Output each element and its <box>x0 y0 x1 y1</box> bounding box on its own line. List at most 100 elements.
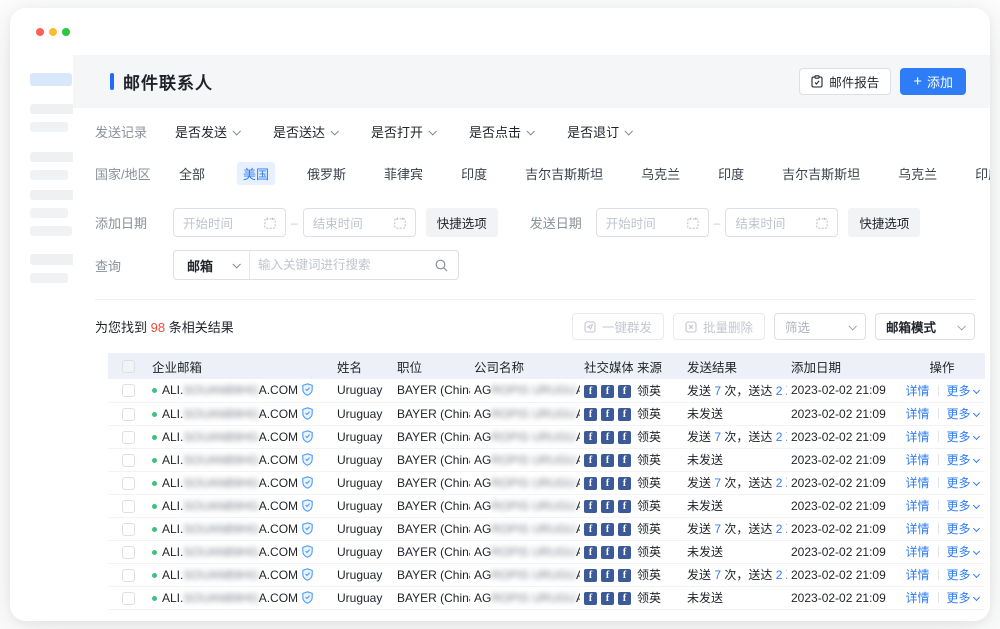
search-field-select[interactable]: 邮箱 <box>174 251 250 279</box>
facebook-icon[interactable]: f <box>584 569 597 582</box>
facebook-icon[interactable]: f <box>601 385 614 398</box>
search-icon[interactable] <box>435 259 448 272</box>
sidebar-skeleton-bar[interactable] <box>30 73 72 86</box>
facebook-icon[interactable]: f <box>601 569 614 582</box>
facebook-icon[interactable]: f <box>601 500 614 513</box>
detail-link[interactable]: 详情 <box>905 545 929 559</box>
sidebar-skeleton-bar[interactable] <box>30 190 76 200</box>
send-date-start-input[interactable]: 开始时间 <box>596 208 709 237</box>
sidebar-skeleton-bar[interactable] <box>30 208 68 218</box>
facebook-icon[interactable]: f <box>584 592 597 605</box>
add-date-quick-options-button[interactable]: 快捷选项 <box>426 208 498 237</box>
facebook-icon[interactable]: f <box>618 500 631 513</box>
sidebar-skeleton-bar[interactable] <box>30 152 78 162</box>
row-checkbox[interactable] <box>122 384 135 397</box>
filter-select[interactable]: 筛选 <box>774 313 866 340</box>
row-checkbox[interactable] <box>122 431 135 444</box>
more-link[interactable]: 更多 <box>947 545 979 559</box>
more-link[interactable]: 更多 <box>947 499 979 513</box>
facebook-icon[interactable]: f <box>601 454 614 467</box>
more-link[interactable]: 更多 <box>947 430 979 444</box>
detail-link[interactable]: 详情 <box>905 568 929 582</box>
detail-link[interactable]: 详情 <box>905 522 929 536</box>
more-link[interactable]: 更多 <box>947 476 979 490</box>
sidebar-skeleton-bar[interactable] <box>30 273 68 283</box>
more-link[interactable]: 更多 <box>947 407 979 421</box>
row-checkbox[interactable] <box>122 454 135 467</box>
country-option[interactable]: 乌克兰 <box>635 162 686 185</box>
more-link[interactable]: 更多 <box>947 522 979 536</box>
filter-dropdown[interactable]: 是否退订 <box>567 122 631 141</box>
facebook-icon[interactable]: f <box>584 523 597 536</box>
country-option[interactable]: 俄罗斯 <box>301 162 352 185</box>
facebook-icon[interactable]: f <box>618 431 631 444</box>
minimize-window-icon[interactable] <box>49 28 57 36</box>
facebook-icon[interactable]: f <box>618 454 631 467</box>
row-checkbox[interactable] <box>122 408 135 421</box>
filter-dropdown[interactable]: 是否点击 <box>469 122 533 141</box>
row-checkbox[interactable] <box>122 569 135 582</box>
facebook-icon[interactable]: f <box>601 546 614 559</box>
row-checkbox[interactable] <box>122 546 135 559</box>
row-checkbox[interactable] <box>122 500 135 513</box>
country-option[interactable]: 乌克兰 <box>892 162 943 185</box>
country-option[interactable]: 印度 <box>969 162 990 185</box>
country-option[interactable]: 吉尔吉斯斯坦 <box>776 162 866 185</box>
detail-link[interactable]: 详情 <box>905 453 929 467</box>
country-option[interactable]: 印度 <box>712 162 750 185</box>
facebook-icon[interactable]: f <box>584 546 597 559</box>
facebook-icon[interactable]: f <box>601 592 614 605</box>
mailbox-mode-select[interactable]: 邮箱模式 <box>875 313 975 340</box>
detail-link[interactable]: 详情 <box>905 499 929 513</box>
facebook-icon[interactable]: f <box>601 431 614 444</box>
facebook-icon[interactable]: f <box>618 592 631 605</box>
row-checkbox[interactable] <box>122 523 135 536</box>
filter-dropdown[interactable]: 是否送达 <box>273 122 337 141</box>
facebook-icon[interactable]: f <box>618 546 631 559</box>
country-option[interactable]: 吉尔吉斯斯坦 <box>519 162 609 185</box>
row-checkbox[interactable] <box>122 477 135 490</box>
sidebar-skeleton-bar[interactable] <box>30 104 78 114</box>
more-link[interactable]: 更多 <box>947 453 979 467</box>
facebook-icon[interactable]: f <box>601 408 614 421</box>
sidebar-skeleton-bar[interactable] <box>30 122 68 132</box>
facebook-icon[interactable]: f <box>584 500 597 513</box>
send-date-end-input[interactable]: 结束时间 <box>725 208 838 237</box>
search-input[interactable] <box>250 258 435 272</box>
close-window-icon[interactable] <box>36 28 44 36</box>
facebook-icon[interactable]: f <box>618 408 631 421</box>
select-all-checkbox[interactable] <box>122 360 135 373</box>
detail-link[interactable]: 详情 <box>905 591 929 605</box>
sidebar-skeleton-bar[interactable] <box>30 254 78 265</box>
country-option[interactable]: 菲律宾 <box>378 162 429 185</box>
add-date-end-input[interactable]: 结束时间 <box>303 208 416 237</box>
more-link[interactable]: 更多 <box>947 591 979 605</box>
country-option[interactable]: 印度 <box>455 162 493 185</box>
detail-link[interactable]: 详情 <box>905 384 929 398</box>
facebook-icon[interactable]: f <box>584 454 597 467</box>
bulk-send-button[interactable]: 一键群发 <box>572 313 664 340</box>
more-link[interactable]: 更多 <box>947 568 979 582</box>
facebook-icon[interactable]: f <box>584 408 597 421</box>
detail-link[interactable]: 详情 <box>905 430 929 444</box>
facebook-icon[interactable]: f <box>584 431 597 444</box>
row-checkbox[interactable] <box>122 592 135 605</box>
email-report-button[interactable]: 邮件报告 <box>799 68 891 95</box>
facebook-icon[interactable]: f <box>618 477 631 490</box>
facebook-icon[interactable]: f <box>618 569 631 582</box>
filter-dropdown[interactable]: 是否打开 <box>371 122 435 141</box>
add-contact-button[interactable]: + 添加 <box>900 68 966 95</box>
facebook-icon[interactable]: f <box>584 477 597 490</box>
facebook-icon[interactable]: f <box>601 523 614 536</box>
zoom-window-icon[interactable] <box>62 28 70 36</box>
detail-link[interactable]: 详情 <box>905 476 929 490</box>
send-date-quick-options-button[interactable]: 快捷选项 <box>848 208 920 237</box>
bulk-delete-button[interactable]: 批量删除 <box>673 313 765 340</box>
more-link[interactable]: 更多 <box>947 384 979 398</box>
country-option[interactable]: 美国 <box>237 162 275 185</box>
facebook-icon[interactable]: f <box>584 385 597 398</box>
facebook-icon[interactable]: f <box>601 477 614 490</box>
facebook-icon[interactable]: f <box>618 523 631 536</box>
sidebar-skeleton-bar[interactable] <box>30 170 68 180</box>
detail-link[interactable]: 详情 <box>905 407 929 421</box>
